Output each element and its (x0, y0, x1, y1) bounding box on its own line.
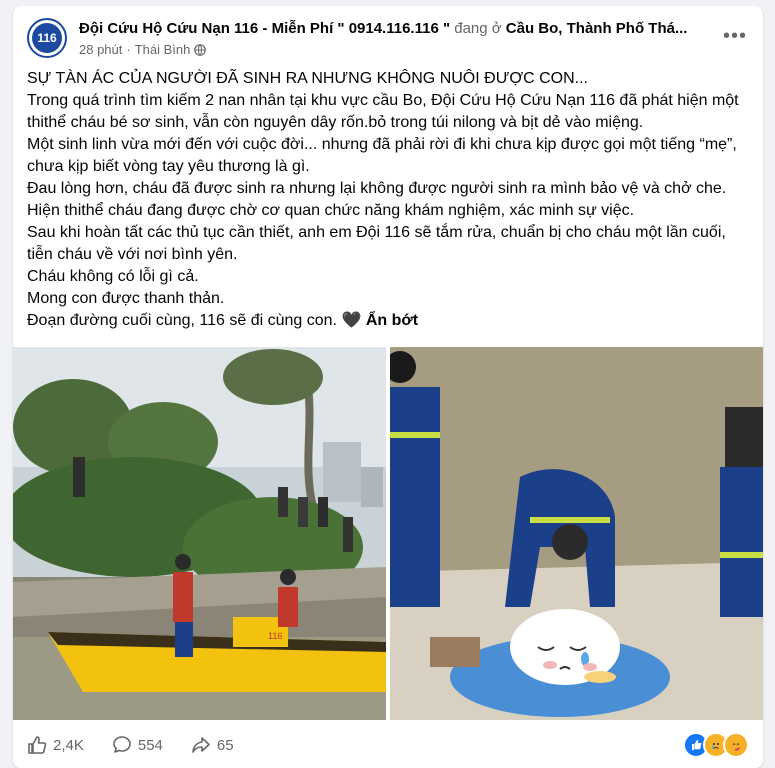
page-name-link[interactable]: Đội Cứu Hộ Cứu Nạn 116 - Miễn Phí " 0914… (79, 20, 450, 37)
more-icon: ••• (722, 25, 747, 47)
post-header: 116 Đội Cứu Hộ Cứu Nạn 116 - Miễn Phí " … (27, 14, 749, 62)
meta-separator: · (126, 42, 131, 57)
shares-stat[interactable]: 65 (191, 735, 234, 755)
comments-count: 554 (137, 736, 163, 754)
comment-icon (113, 736, 131, 753)
post-line: Đau lòng hơn, cháu đã được sinh ra nhưng… (27, 180, 727, 197)
see-less-link[interactable]: Ẩn bớt (366, 312, 418, 329)
post-place: Thái Bình (134, 42, 191, 57)
globe-icon (194, 43, 207, 56)
post-line-text: Đoạn đường cuối cùng, 116 sẽ đi cùng con… (27, 312, 362, 329)
avatar-logo: 116 (32, 23, 62, 53)
post-line: Cháu không có lỗi gì cả. (27, 268, 199, 285)
shares-count: 65 (216, 736, 234, 754)
post-line: Sau khi hoàn tất các thủ tục cần thiết, … (27, 224, 726, 263)
likes-count: 2,4K (53, 736, 84, 754)
is-at-text: đang ở (454, 20, 502, 37)
photo-boat[interactable]: 116 (13, 347, 386, 720)
post-line: Trong quá trình tìm kiếm 2 nan nhân tại … (27, 92, 739, 131)
post-body: SỰ TÀN ÁC CỦA NGƯỜI ĐÃ SINH RA NHƯNG KHÔ… (27, 68, 749, 332)
post-line: Mong con được thanh thản. (27, 290, 225, 307)
post-line: SỰ TÀN ÁC CỦA NGƯỜI ĐÃ SINH RA NHƯNG KHÔ… (27, 70, 588, 87)
like-icon (28, 736, 47, 754)
more-options-button[interactable]: ••• (721, 24, 749, 52)
post-line-last: Đoạn đường cuối cùng, 116 sẽ đi cùng con… (27, 310, 749, 332)
boat-number: 116 (268, 631, 282, 641)
post-time[interactable]: 28 phút (79, 42, 122, 57)
post-meta: 28 phút · Thái Bình (79, 42, 207, 57)
likes-stat[interactable]: 2,4K (27, 735, 84, 755)
share-icon (192, 737, 210, 753)
location-link[interactable]: Cầu Bo, Thành Phố Thá... (506, 20, 688, 37)
post-card: 116 Đội Cứu Hộ Cứu Nạn 116 - Miễn Phí " … (13, 6, 763, 768)
comments-stat[interactable]: 554 (112, 735, 163, 755)
post-stats-bar: 2,4K 554 65 (27, 728, 749, 762)
photo-rescuers[interactable] (390, 347, 763, 720)
post-line: Hiện thithể cháu đang được chờ cơ quan c… (27, 202, 635, 219)
reaction-icons[interactable] (683, 732, 749, 758)
care-reaction-icon (723, 732, 749, 758)
post-title-line: Đội Cứu Hộ Cứu Nạn 116 - Miễn Phí " 0914… (79, 20, 709, 37)
post-line: Một sinh linh vừa mới đến với cuộc đời..… (27, 136, 737, 175)
page-avatar[interactable]: 116 (27, 18, 67, 58)
photo-boat-image: 116 (13, 347, 386, 720)
photo-rescuers-image (390, 347, 763, 720)
